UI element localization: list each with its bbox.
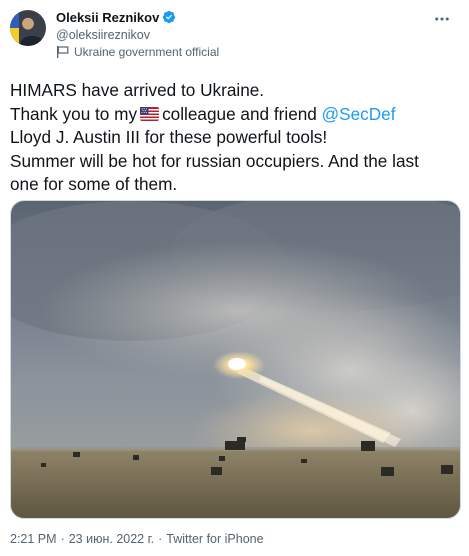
mention-secdef-link[interactable]: @SecDef	[322, 104, 396, 124]
display-name[interactable]: Oleksii Reznikov	[56, 10, 159, 25]
tweet-time[interactable]: 2:21 PM	[10, 532, 57, 546]
tweet-header: Oleksii Reznikov @oleksiireznikov Ukrain…	[10, 8, 459, 66]
tweet-line-5: one for some of them.	[10, 174, 178, 194]
us-flag-emoji	[140, 104, 160, 121]
tweet-line-2-middle: colleague and friend	[162, 103, 317, 124]
tweet-line-2: Thank you to my colleague and friend @Sec…	[10, 103, 459, 127]
avatar-flag-strip	[10, 10, 19, 46]
affiliation-text: Ukraine government official	[74, 45, 220, 59]
tweet-metadata: 2:21 PM · 23 июн. 2022 г. · Twitter for iPho…	[10, 532, 264, 546]
tweet-line-3: Lloyd J. Austin III for these powerful t…	[10, 127, 328, 147]
author-info: Oleksii Reznikov @oleksiireznikov Ukrain…	[56, 8, 219, 60]
affiliation-label: Ukraine government official	[56, 44, 219, 60]
user-handle[interactable]: @oleksiireznikov	[56, 26, 219, 44]
display-name-row: Oleksii Reznikov	[56, 8, 219, 26]
tweet-line-2-start: Thank you to my	[10, 103, 138, 124]
tweet-text: HIMARS have arrived to Ukraine. Thank yo…	[10, 79, 459, 197]
meta-separator-2: ·	[158, 532, 163, 546]
more-horizontal-icon[interactable]	[431, 8, 453, 30]
tweet-line-4: Summer will be hot for russian occupiers…	[10, 150, 419, 171]
government-flag-icon	[56, 46, 69, 58]
avatar[interactable]	[10, 10, 46, 46]
verified-badge-icon	[162, 10, 176, 24]
tweet-card: Oleksii Reznikov @oleksiireznikov Ukrain…	[0, 0, 469, 556]
tweet-photo[interactable]	[10, 200, 461, 519]
avatar-figure	[20, 36, 44, 46]
tweet-date[interactable]: 23 июн. 2022 г.	[69, 532, 154, 546]
meta-separator-1: ·	[60, 532, 65, 546]
himars-launch-photo	[11, 201, 460, 518]
tweet-line-1: HIMARS have arrived to Ukraine.	[10, 80, 265, 100]
tweet-source[interactable]: Twitter for iPhone	[166, 532, 263, 546]
